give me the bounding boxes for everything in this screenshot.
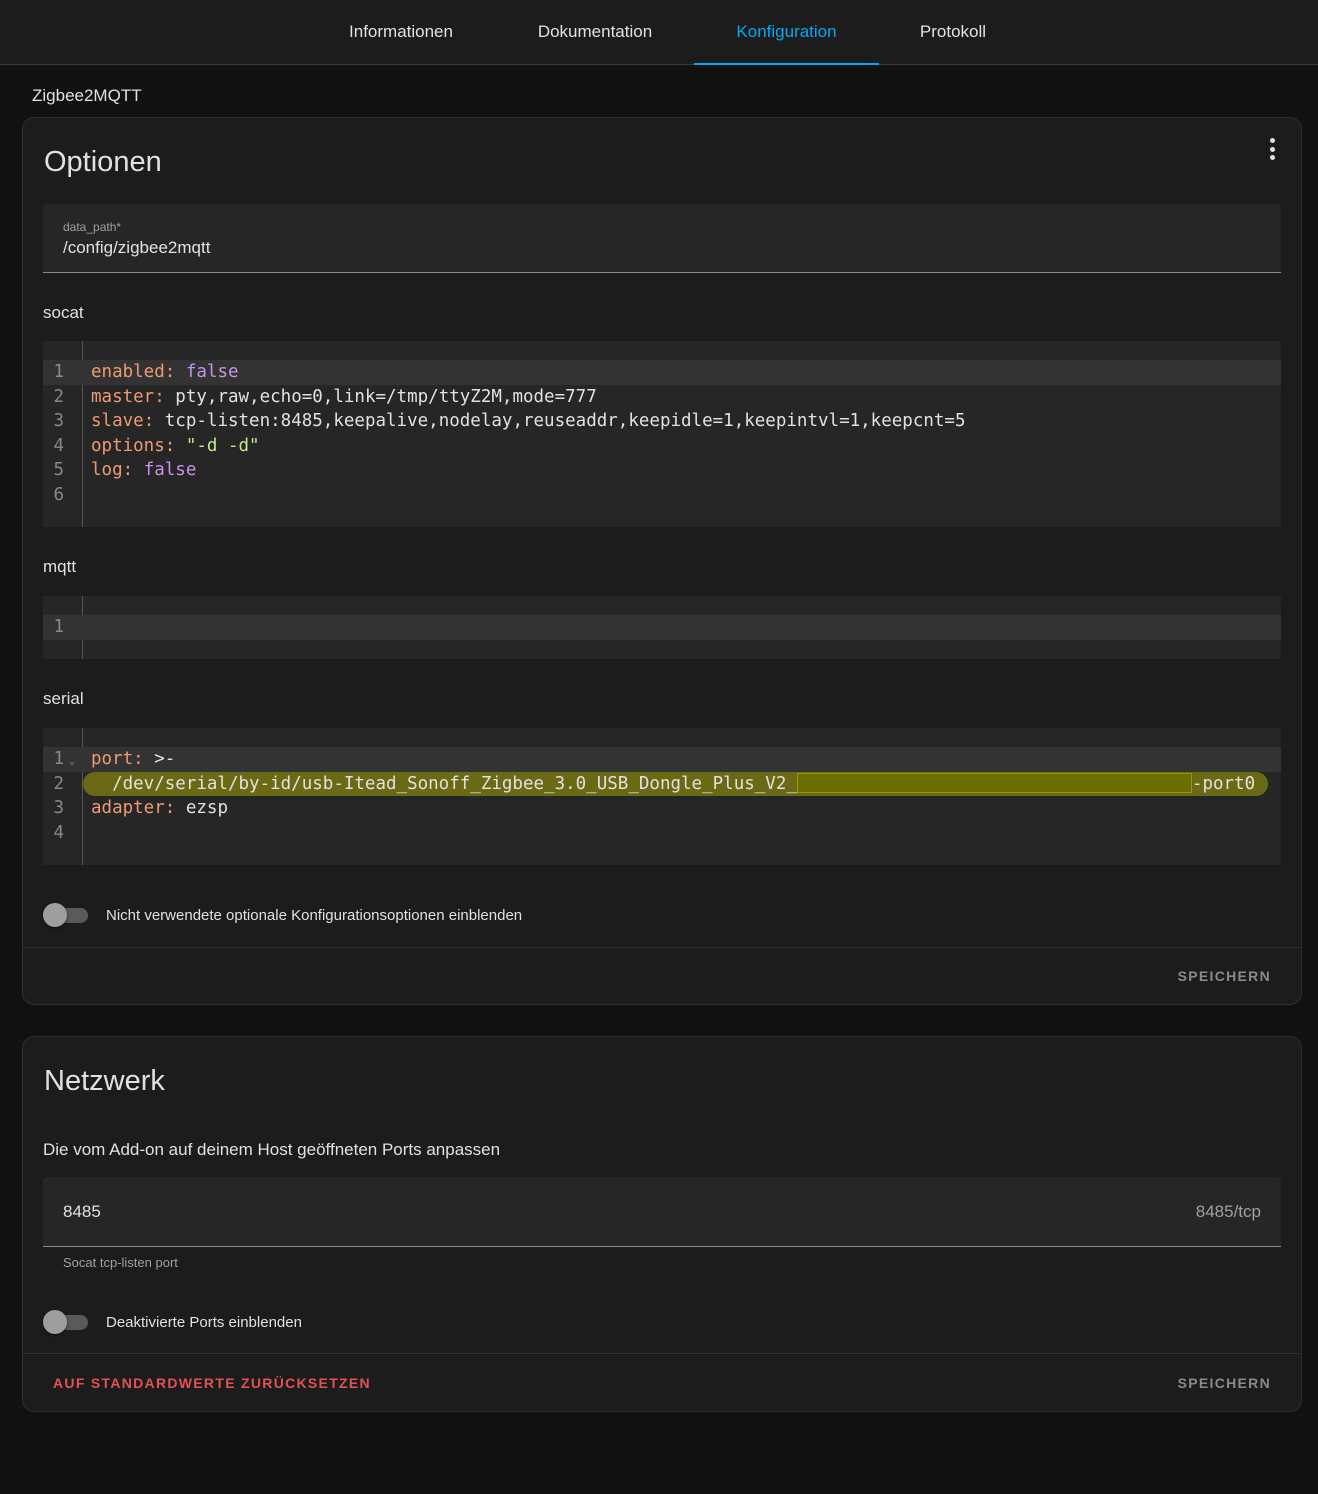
mqtt-editor[interactable]: 1 [43,596,1281,659]
addon-name: Zigbee2MQTT [32,86,142,105]
tab-konfiguration[interactable]: Konfiguration [694,0,879,65]
code-line: 2 master: pty,raw,echo=0,link=/tmp/ttyZ2… [53,386,597,407]
network-description: Die vom Add-on auf deinem Host geöffnete… [43,1140,501,1159]
code-line: 3 slave: tcp-listen:8485,keepalive,nodel… [53,411,966,431]
code-line: 6 [53,484,64,505]
redaction-bar [796,772,1192,793]
options-card: Optionen data_path* /config/zigbee2mqtt … [22,117,1302,1005]
port-field[interactable]: 8485 8485/tcp [43,1177,1281,1247]
port-suffix: 8485/tcp [1195,1202,1261,1221]
show-disabled-ports-label: Deaktivierte Ports einblenden [106,1313,302,1331]
socat-label: socat [43,303,84,322]
code-line: 1 ⌄ port: >- [43,747,1281,772]
code-line: 4 options: "-d -d" [53,435,260,456]
toggle-switch[interactable] [43,903,89,927]
code-line: 4 [53,822,64,843]
options-card-actions: Speichern [23,947,1301,1005]
save-button[interactable]: Speichern [1178,1375,1271,1391]
code-line: 1 [43,615,1281,640]
data-path-label: data_path* [63,220,122,234]
options-card-title: Optionen [44,146,162,178]
toggle-switch[interactable] [43,1310,89,1334]
socat-editor[interactable]: 1 enabled: false 2 master: pty,raw,echo=… [43,341,1281,527]
code-line: 2 /dev/serial/by-id/usb-Itead_Sonoff_Zig… [53,772,1256,794]
tab-protokoll[interactable]: Protokoll [888,0,1018,64]
save-button[interactable]: Speichern [1178,968,1271,984]
tab-bar: Informationen Dokumentation Konfiguratio… [0,0,1318,65]
more-vert-icon[interactable] [1267,138,1277,160]
network-card: Netzwerk Die vom Add-on auf deinem Host … [22,1036,1302,1412]
show-disabled-ports-toggle[interactable]: Deaktivierte Ports einblenden [43,1310,302,1334]
tab-informationen[interactable]: Informationen [316,0,486,64]
data-path-value[interactable]: /config/zigbee2mqtt [63,238,210,258]
serial-editor[interactable]: 1 ⌄ port: >- 2 /dev/serial/by-id/usb-Ite… [43,728,1281,865]
code-line: 1 enabled: false [43,360,1281,385]
data-path-field[interactable]: data_path* /config/zigbee2mqtt [43,204,1281,273]
show-unused-toggle[interactable]: Nicht verwendete optionale Konfiguration… [43,903,522,927]
code-line: 3 adapter: ezsp [53,798,228,818]
network-card-title: Netzwerk [44,1065,165,1097]
tab-dokumentation[interactable]: Dokumentation [510,0,680,64]
code-line: 5 log: false [53,460,197,480]
network-card-actions: Auf Standardwerte zurücksetzen Speichern [23,1353,1301,1411]
mqtt-label: mqtt [43,557,77,576]
show-unused-label: Nicht verwendete optionale Konfiguration… [106,906,523,924]
port-value[interactable]: 8485 [63,1202,101,1222]
serial-label: serial [43,689,84,708]
port-helper-text: Socat tcp-listen port [63,1255,178,1270]
reset-defaults-button[interactable]: Auf Standardwerte zurücksetzen [53,1375,371,1391]
